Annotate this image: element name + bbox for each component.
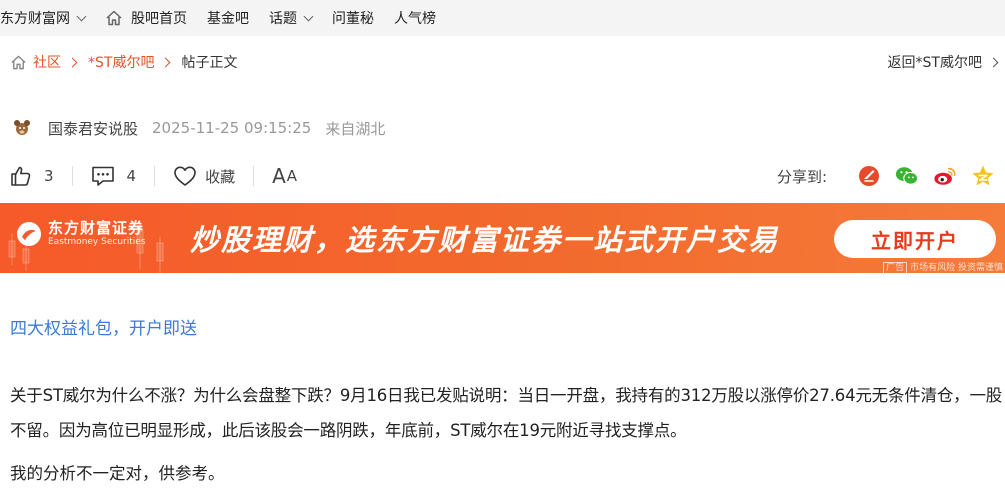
share-weibo-button[interactable] <box>933 164 957 188</box>
font-size-small: A <box>286 167 299 185</box>
nav-item-topics[interactable]: 话题 <box>259 0 322 36</box>
nav-label: 股吧首页 <box>131 11 187 27</box>
top-nav: 东方财富网 股吧首页 基金吧 话题 问董秘 人气榜 <box>0 0 1005 36</box>
brand-subtitle: Eastmoney Securities <box>48 237 146 247</box>
chevron-right-icon <box>67 57 78 67</box>
font-size-large: A <box>272 164 287 188</box>
home-icon[interactable] <box>10 54 27 71</box>
divider <box>154 166 156 186</box>
nav-item-popularity[interactable]: 人气榜 <box>384 0 446 36</box>
nav-item-eastmoney[interactable]: 东方财富网 <box>0 0 95 36</box>
nav-item-ask-secretary[interactable]: 问董秘 <box>322 0 384 36</box>
author-name[interactable]: 国泰君安说股 <box>48 118 138 139</box>
like-button[interactable]: 3 <box>10 165 54 187</box>
chevron-down-icon <box>303 11 314 21</box>
brand-logo: 东方财富证券 Eastmoney Securities <box>16 219 145 248</box>
ad-tag: 广告 <box>883 262 908 273</box>
action-bar: 3 4 收藏 AA <box>10 162 298 190</box>
nav-label: 基金吧 <box>207 11 249 27</box>
guba-icon <box>859 166 879 186</box>
open-account-button[interactable]: 立即开户 <box>834 220 996 258</box>
promo-link[interactable]: 四大权益礼包，开户即送 <box>10 314 197 339</box>
share-qzone-button[interactable] <box>971 164 995 188</box>
post-location: 来自湖北 <box>325 119 386 138</box>
chevron-right-icon <box>161 57 171 67</box>
share-bar: 分享到: <box>777 161 995 191</box>
qzone-icon <box>972 165 994 186</box>
nav-item-fund-bar[interactable]: 基金吧 <box>197 0 259 36</box>
post-content: 关于ST威尔为什么不涨？为什么会盘整下跌？9月16日我已发贴说明：当日一开盘，我… <box>10 378 1005 491</box>
nav-item-guba-home[interactable]: 股吧首页 <box>95 0 197 36</box>
post-paragraph: 我的分析不一定对，供参考。 <box>10 464 225 483</box>
back-link-label: 返回*ST威尔吧 <box>887 55 982 71</box>
share-label: 分享到: <box>776 167 827 186</box>
ad-banner[interactable]: 东方财富证券 Eastmoney Securities 炒股理财，选东方财富证券… <box>0 203 1005 273</box>
risk-text: 市场有风险 投资需谨慎 <box>910 263 1003 273</box>
share-guba-button[interactable] <box>857 164 881 188</box>
home-icon <box>106 10 122 26</box>
breadcrumb-community[interactable]: 社区 <box>33 52 61 72</box>
nav-label: 东方财富网 <box>0 11 70 27</box>
wechat-icon <box>895 167 919 185</box>
comment-button[interactable]: 4 <box>91 165 137 187</box>
banner-slogan: 炒股理财，选东方财富证券一站式开户交易 <box>190 223 780 257</box>
avatar[interactable] <box>12 118 32 138</box>
heart-icon <box>174 166 196 186</box>
like-count: 3 <box>44 167 54 185</box>
nav-label: 人气榜 <box>394 11 436 27</box>
thumbs-up-icon <box>11 166 31 186</box>
favorite-button[interactable]: 收藏 <box>173 165 235 187</box>
comment-icon <box>91 166 114 186</box>
chevron-right-icon <box>988 57 999 67</box>
divider <box>253 166 255 186</box>
chevron-down-icon <box>76 11 87 21</box>
nav-label: 话题 <box>269 11 297 27</box>
favorite-label: 收藏 <box>205 167 236 186</box>
breadcrumb-bar[interactable]: *ST威尔吧 <box>88 52 154 72</box>
comment-count: 4 <box>126 167 137 185</box>
eastmoney-logo <box>17 221 41 246</box>
brand-name: 东方财富证券 <box>48 219 145 237</box>
risk-note: 广告 市场有风险 投资需谨慎 <box>883 260 1003 273</box>
nav-label: 问董秘 <box>332 11 374 27</box>
breadcrumb-current: 帖子正文 <box>181 55 238 71</box>
post-time: 2025-11-25 09:15:25 <box>152 119 312 137</box>
font-size-toggle[interactable]: AA <box>272 164 298 188</box>
post-paragraph: 关于ST威尔为什么不涨？为什么会盘整下跌？9月16日我已发贴说明：当日一开盘，我… <box>10 386 1003 440</box>
divider <box>71 166 73 186</box>
breadcrumb: 社区 *ST威尔吧 帖子正文 <box>10 52 237 72</box>
share-wechat-button[interactable] <box>895 164 919 188</box>
back-to-bar-link[interactable]: 返回*ST威尔吧 <box>887 52 999 72</box>
post-meta: 国泰君安说股 2025-11-25 09:15:25 来自湖北 <box>12 117 385 139</box>
weibo-icon <box>934 167 956 185</box>
